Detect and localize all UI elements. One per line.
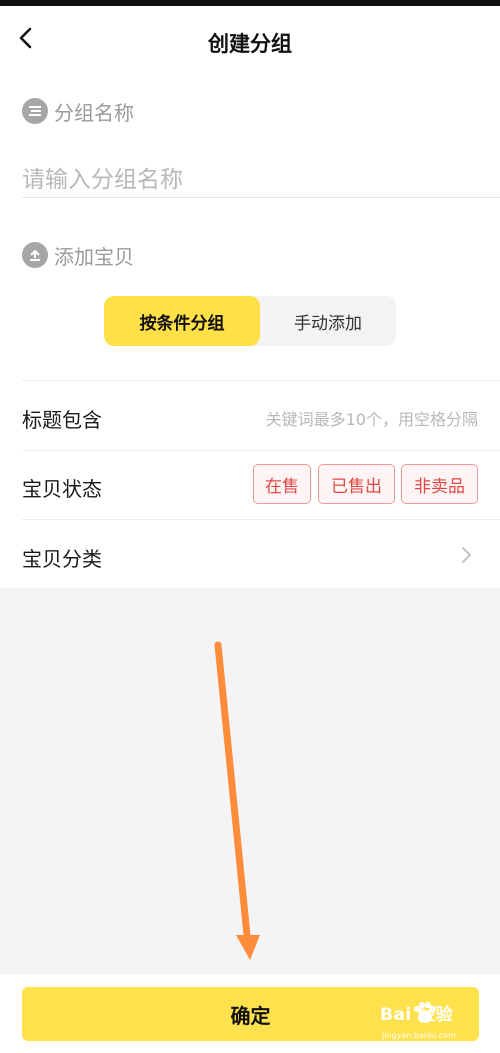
add-items-label: 添加宝贝: [54, 244, 134, 269]
keyword-input[interactable]: 关键词最多10个，用空格分隔: [266, 406, 478, 430]
chevron-right-icon[interactable]: [459, 544, 475, 566]
divider: [22, 380, 500, 381]
upload-icon: [22, 242, 48, 268]
status-tag-not-for-sale[interactable]: 非卖品: [401, 464, 478, 504]
add-items-section-label: 添加宝贝: [22, 241, 134, 269]
item-status-label: 宝贝状态: [22, 477, 102, 501]
paw-icon: [414, 1002, 436, 1023]
navigation-header: 创建分组: [0, 6, 500, 70]
divider: [22, 450, 500, 451]
page-title: 创建分组: [208, 32, 292, 56]
group-name-label: 分组名称: [54, 100, 134, 125]
tab-manual-add[interactable]: 手动添加: [260, 296, 396, 346]
status-tag-sold[interactable]: 已售出: [318, 464, 395, 504]
title-contains-label: 标题包含: [22, 408, 102, 432]
status-tag-on-sale[interactable]: 在售: [253, 464, 311, 504]
list-icon: [22, 98, 48, 124]
item-category-label[interactable]: 宝贝分类: [22, 543, 102, 572]
watermark-url: jingyan.baidu.com: [382, 1031, 456, 1040]
divider: [22, 519, 500, 520]
tab-by-condition[interactable]: 按条件分组: [104, 296, 260, 346]
group-name-section-label: 分组名称: [22, 97, 134, 125]
group-name-input[interactable]: [22, 160, 500, 200]
group-mode-switch: 按条件分组 手动添加: [104, 296, 396, 346]
input-underline: [22, 197, 500, 198]
